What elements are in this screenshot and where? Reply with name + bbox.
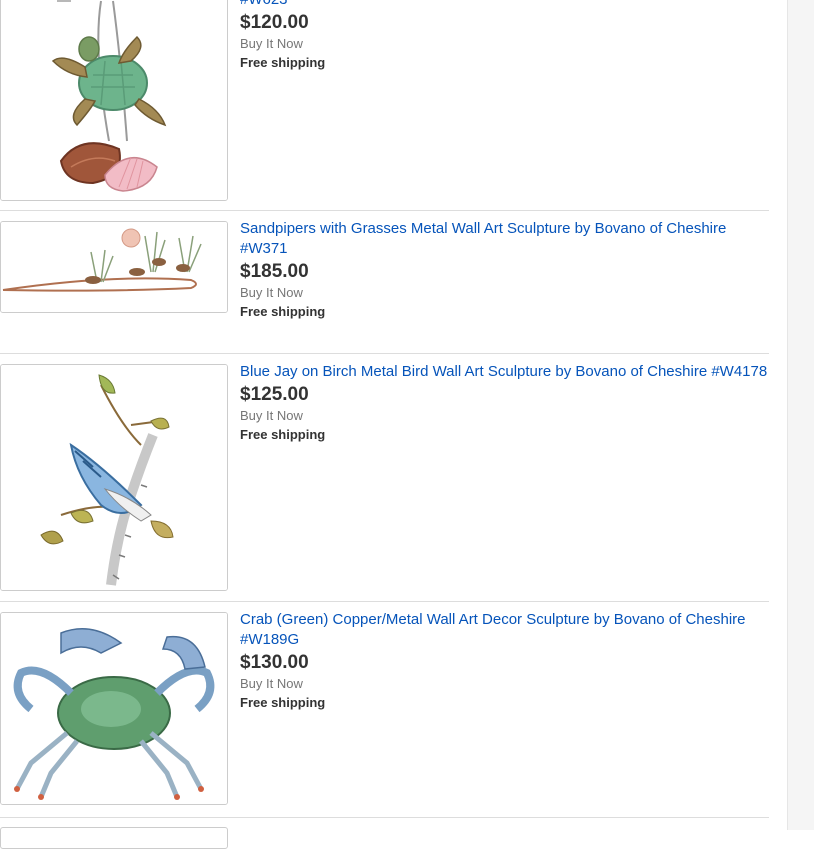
listing-title-link[interactable]: Blue Jay on Birch Metal Bird Wall Art Sc… [240,362,770,382]
listing-price: $125.00 [240,384,309,405]
listing-format: Buy It Now [240,408,303,423]
crab-image [1,613,227,804]
listing-info: Crab (Green) Copper/Metal Wall Art Decor… [240,610,770,713]
listing-shipping: Free shipping [240,55,326,70]
listing-shipping: Free shipping [240,304,326,319]
sandpipers-image [1,222,227,312]
listing-thumbnail-partial[interactable] [0,827,228,849]
blue-jay-image [1,365,227,590]
divider [0,210,769,211]
listing-price: $120.00 [240,12,309,33]
listing-info: Sandpipers with Grasses Metal Wall Art S… [240,219,770,322]
listing-price: $185.00 [240,261,309,282]
listing-info: Blue Jay on Birch Metal Bird Wall Art Sc… [240,362,770,445]
listing-price: $130.00 [240,652,309,673]
listing-thumbnail[interactable] [0,221,228,313]
listing-thumbnail[interactable] [0,0,228,201]
right-rail [787,0,814,830]
divider [0,601,769,602]
listing-title-link[interactable]: #W623 [240,0,770,10]
listing-format: Buy It Now [240,36,303,51]
listing-shipping: Free shipping [240,695,326,710]
listing-info: #W623 $120.00 Buy It Now Free shipping [240,0,770,73]
listing-thumbnail[interactable] [0,364,228,591]
divider [0,817,769,818]
sea-turtle-image [1,0,227,200]
listing-format: Buy It Now [240,676,303,691]
divider [0,353,769,354]
listing-format: Buy It Now [240,285,303,300]
listing-thumbnail[interactable] [0,612,228,805]
listing-shipping: Free shipping [240,427,326,442]
listing-title-link[interactable]: Crab (Green) Copper/Metal Wall Art Decor… [240,610,770,650]
listing-title-link[interactable]: Sandpipers with Grasses Metal Wall Art S… [240,219,770,259]
